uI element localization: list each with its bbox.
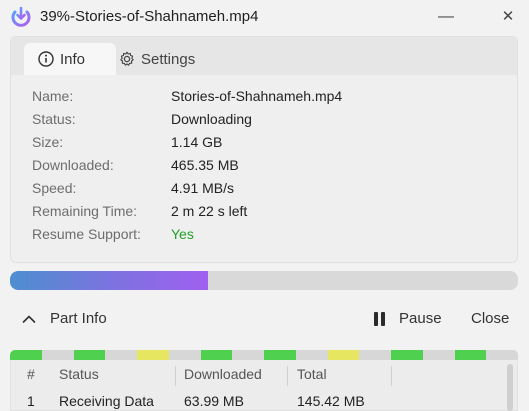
- part-segments-bar: [10, 350, 518, 360]
- cell-number: 1: [27, 393, 35, 409]
- segment-done: [391, 350, 423, 360]
- column-divider: [287, 366, 288, 386]
- info-label: Size:: [32, 134, 64, 150]
- title-bar: 39%-Stories-of-Shahnameh.mp4 — ✕: [0, 0, 529, 36]
- info-row-status: Status: Downloading: [32, 111, 492, 134]
- parts-table: # Status Downloaded Total 1 Receiving Da…: [10, 360, 518, 411]
- column-header-downloaded[interactable]: Downloaded: [184, 366, 262, 382]
- segment-done: [200, 350, 233, 360]
- info-row-size: Size: 1.14 GB: [32, 134, 492, 157]
- parts-table-scrollbar[interactable]: [507, 364, 513, 411]
- tab-info-label: Info: [60, 50, 86, 68]
- cell-status: Receiving Data: [59, 393, 154, 409]
- cell-total: 145.42 MB: [297, 393, 365, 409]
- gear-icon: [120, 51, 134, 66]
- tab-settings-label: Settings: [141, 50, 196, 68]
- segment-done: [10, 350, 42, 360]
- tab-settings[interactable]: Settings: [119, 43, 195, 75]
- column-header-status[interactable]: Status: [59, 366, 99, 382]
- column-header-total[interactable]: Total: [297, 366, 327, 382]
- info-value: 4.91 MB/s: [171, 180, 235, 196]
- info-icon: [38, 51, 54, 67]
- pause-label: Pause: [399, 310, 442, 327]
- window-title: 39%-Stories-of-Shahnameh.mp4: [40, 8, 259, 25]
- chevron-up-icon: [22, 315, 36, 323]
- cell-downloaded: 63.99 MB: [184, 393, 244, 409]
- segment-idle: [41, 350, 74, 360]
- segment-active: [327, 350, 360, 360]
- info-row-downloaded: Downloaded: 465.35 MB: [32, 157, 492, 180]
- info-label: Resume Support:: [32, 226, 141, 242]
- pause-icon: [374, 311, 385, 326]
- progress-fill: [10, 271, 209, 290]
- segment-idle: [232, 350, 264, 360]
- info-value: 465.35 MB: [171, 157, 239, 173]
- segment-active: [137, 350, 169, 360]
- info-row-speed: Speed: 4.91 MB/s: [32, 180, 492, 203]
- info-row-resume-support: Resume Support: Yes: [32, 226, 492, 249]
- tab-strip: Info Settings: [11, 37, 517, 75]
- segment-idle: [486, 350, 518, 360]
- info-value: Stories-of-Shahnameh.mp4: [171, 88, 343, 104]
- app-logo-icon: [11, 6, 31, 27]
- window-close-button[interactable]: ✕: [496, 6, 520, 28]
- column-divider: [175, 366, 176, 386]
- info-value: Downloading: [171, 111, 252, 127]
- close-button[interactable]: Close: [471, 310, 509, 327]
- info-label: Speed:: [32, 180, 77, 196]
- segment-idle: [105, 350, 137, 360]
- info-label: Remaining Time:: [32, 203, 138, 219]
- part-info-toggle[interactable]: Part Info: [22, 310, 107, 327]
- info-row-name: Name: Stories-of-Shahnameh.mp4: [32, 88, 492, 111]
- parts-table-header: # Status Downloaded Total: [11, 360, 501, 390]
- info-label: Status:: [32, 111, 76, 127]
- info-label: Downloaded:: [32, 157, 114, 173]
- info-value: 2 m 22 s left: [171, 203, 248, 219]
- resume-support-value: Yes: [171, 226, 194, 242]
- download-progress-bar: [10, 271, 518, 290]
- pause-button[interactable]: Pause: [374, 310, 442, 327]
- info-label: Name:: [32, 88, 74, 104]
- column-header-number[interactable]: #: [27, 366, 35, 382]
- info-value: 1.14 GB: [171, 134, 223, 150]
- table-row[interactable]: 1 Receiving Data 63.99 MB 145.42 MB: [11, 390, 501, 411]
- info-panel: Info Settings Name: Stories-of-Shahnameh…: [10, 36, 518, 263]
- info-row-remaining-time: Remaining Time: 2 m 22 s left: [32, 203, 492, 226]
- part-info-label: Part Info: [50, 310, 107, 327]
- segment-done: [454, 350, 487, 360]
- segment-idle: [422, 350, 455, 360]
- column-divider: [391, 366, 392, 386]
- part-info-bar: Part Info Pause Close: [0, 305, 529, 337]
- minimize-button[interactable]: —: [434, 6, 458, 28]
- segment-done: [73, 350, 106, 360]
- segment-idle: [168, 350, 201, 360]
- segment-done: [264, 350, 296, 360]
- segment-idle: [359, 350, 391, 360]
- tab-info[interactable]: Info: [24, 43, 116, 75]
- segment-idle: [295, 350, 328, 360]
